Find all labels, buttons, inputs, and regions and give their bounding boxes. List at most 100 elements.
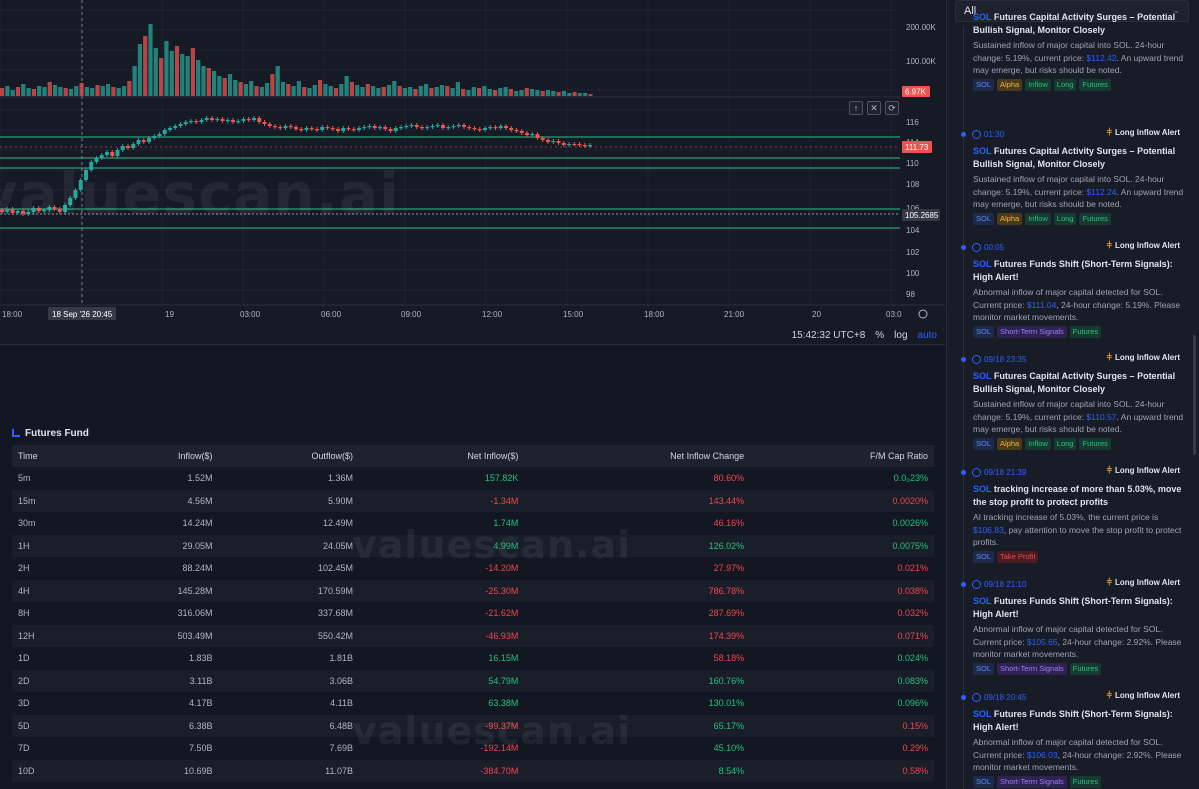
- table-row: 12H 503.49M 550.42M -46.93M 174.39% 0.071%: [12, 624, 934, 647]
- alert-tag[interactable]: Inflow: [1025, 213, 1051, 225]
- alert-tag[interactable]: SOL: [973, 213, 995, 225]
- price-chart[interactable]: 200.00K100.00K6.97K116114110108106104102…: [0, 0, 945, 345]
- volume-bar: [477, 88, 482, 96]
- alert-tag[interactable]: Futures: [1079, 438, 1111, 450]
- volume-bar: [159, 58, 164, 96]
- alert-tag[interactable]: SOL: [973, 326, 995, 338]
- alert-tag[interactable]: Futures: [1069, 663, 1102, 675]
- volume-bar: [5, 86, 10, 96]
- cell-net-inflow: 16.15M: [488, 653, 519, 664]
- alert-tag[interactable]: Short-Term Signals: [997, 326, 1067, 338]
- volume-bar: [418, 86, 423, 96]
- alert-tag[interactable]: Take Profit: [997, 551, 1039, 563]
- volume-bar: [243, 84, 248, 96]
- alert-tag[interactable]: Inflow: [1025, 438, 1051, 450]
- alert-tag[interactable]: Futures: [1069, 776, 1102, 788]
- volume-bar: [270, 74, 275, 96]
- candle-body: [336, 129, 340, 131]
- alert-tag[interactable]: SOL: [973, 663, 995, 675]
- cell-net-inflow-change: 130.01%: [708, 698, 745, 709]
- alert-tag[interactable]: Alpha: [997, 438, 1023, 450]
- volume-bar: [111, 87, 116, 96]
- candle-body: [215, 119, 220, 121]
- alert-tags: SOL Alpha Inflow Long Futures: [973, 79, 1111, 91]
- cell-net-inflow: -1.34M: [490, 495, 519, 506]
- volume-bar: [349, 82, 354, 96]
- cell-inflow: 503.49M: [177, 630, 213, 641]
- alert-tag[interactable]: Futures: [1069, 326, 1102, 338]
- alert-tag[interactable]: SOL: [973, 776, 995, 788]
- alert-tag[interactable]: Alpha: [997, 213, 1023, 225]
- auto-toggle[interactable]: auto: [918, 330, 937, 341]
- alert-tag[interactable]: Short-Term Signals: [997, 776, 1067, 788]
- alert-tag[interactable]: Inflow: [1025, 79, 1051, 91]
- alert-symbol[interactable]: SOL: [973, 259, 991, 269]
- cell-net-inflow-change: 160.76%: [708, 675, 745, 686]
- alert-tag[interactable]: Futures: [1079, 213, 1111, 225]
- alert-tag[interactable]: SOL: [973, 79, 995, 91]
- volume-bar: [386, 85, 392, 96]
- volume-bar: [84, 87, 89, 96]
- alert-tag[interactable]: Long: [1053, 438, 1077, 450]
- candle-body: [351, 129, 356, 131]
- candle-body: [483, 128, 487, 130]
- alert-tag[interactable]: Long: [1053, 79, 1077, 91]
- candle-body: [472, 128, 477, 130]
- candle-body: [246, 119, 251, 121]
- alert-tag[interactable]: SOL: [973, 438, 995, 450]
- volume-bar: [143, 36, 148, 96]
- cell-inflow: 88.24M: [182, 563, 213, 574]
- candle-body: [330, 128, 335, 130]
- alert-symbol[interactable]: SOL: [973, 484, 991, 494]
- price-axis-label: 104: [906, 226, 920, 235]
- cell-fm-cap-ratio: 0.024%: [897, 653, 928, 664]
- col-net-inflow: Net Inflow($): [467, 451, 519, 461]
- alert-symbol[interactable]: SOL: [973, 709, 991, 719]
- col-fm-cap-ratio: F/M Cap Ratio: [869, 451, 928, 461]
- alert-time: 09/18 21:10: [972, 577, 1026, 591]
- candle-body: [141, 140, 146, 142]
- cell-fm-cap-ratio: 0.032%: [897, 608, 928, 619]
- alert-tag[interactable]: Short-Term Signals: [997, 663, 1067, 675]
- volume-bar: [408, 87, 413, 96]
- volume-bar: [286, 84, 291, 96]
- timeline-dot: [961, 357, 966, 362]
- alert-tag[interactable]: Futures: [1079, 79, 1111, 91]
- alert-tag[interactable]: SOL: [973, 551, 995, 563]
- alert-tag[interactable]: Long: [1053, 213, 1077, 225]
- alert-symbol[interactable]: SOL: [973, 596, 991, 606]
- candle-body: [252, 118, 256, 120]
- time-axis-label: 06:00: [321, 310, 342, 319]
- scroll-up-button[interactable]: ↑: [849, 101, 863, 115]
- candle-body: [467, 127, 472, 129]
- percent-toggle[interactable]: %: [875, 330, 884, 341]
- cell-inflow: 6.38B: [189, 720, 213, 731]
- alert-symbol[interactable]: SOL: [973, 146, 991, 156]
- cell-fm-cap-ratio: 0.0026%: [892, 518, 928, 529]
- col-net-inflow-change: Net Inflow Change: [670, 451, 745, 461]
- volume-bar: [318, 80, 323, 96]
- volume-bar: [185, 56, 190, 96]
- candlestick-chart[interactable]: 200.00K100.00K6.97K116114110108106104102…: [0, 0, 945, 325]
- candle-body: [488, 127, 493, 129]
- alert-price: $111.04: [1026, 299, 1057, 310]
- reset-button[interactable]: ⟳: [885, 101, 899, 115]
- volume-bar: [90, 88, 95, 96]
- table-row: 5m 1.52M 1.36M 157.82K 80.60% 0.0₀23%: [12, 467, 934, 490]
- candle-body: [519, 131, 524, 133]
- sidebar-scrollbar[interactable]: [1193, 335, 1196, 455]
- table-row: 4H 145.28M 170.59M -25.30M 786.78% 0.038%: [12, 579, 934, 602]
- candle-body: [420, 127, 424, 129]
- log-toggle[interactable]: log: [894, 330, 907, 341]
- time-axis-label: 20: [812, 310, 821, 319]
- volume-bar: [116, 88, 121, 96]
- volume-bar: [259, 87, 264, 96]
- volume-bar: [10, 90, 15, 96]
- alert-symbol[interactable]: SOL: [973, 371, 991, 381]
- close-button[interactable]: ✕: [867, 101, 881, 115]
- alert-tag[interactable]: Alpha: [997, 79, 1023, 91]
- cell-time: 1H: [18, 540, 30, 551]
- cell-net-inflow: -14.20M: [485, 563, 519, 574]
- candle-body: [441, 125, 445, 128]
- alert-symbol[interactable]: SOL: [973, 12, 991, 22]
